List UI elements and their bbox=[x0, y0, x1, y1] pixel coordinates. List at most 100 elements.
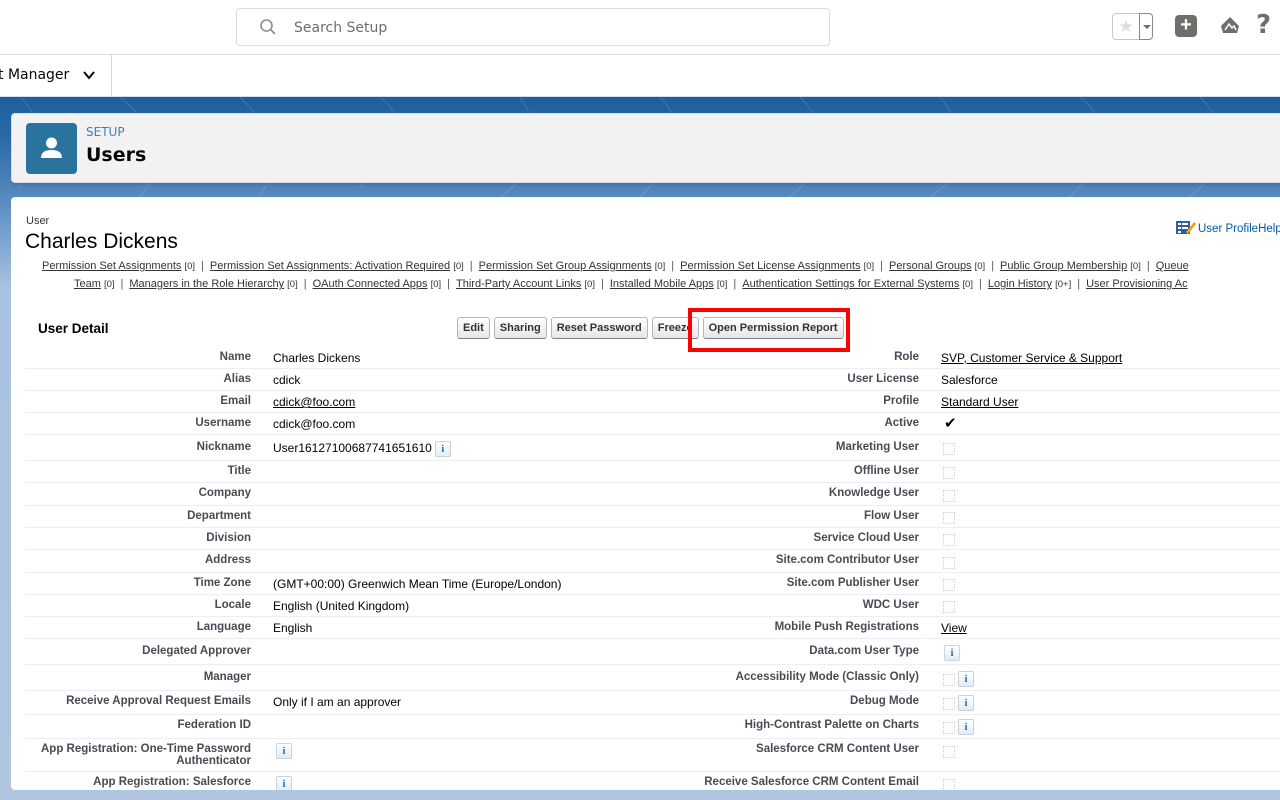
unchecked-checkbox-icon bbox=[943, 489, 955, 502]
reset-password-button[interactable]: Reset Password bbox=[550, 317, 648, 339]
related-link[interactable]: Public Group Membership bbox=[1000, 260, 1127, 272]
field-value-department bbox=[273, 505, 697, 528]
detail-row: Name Charles Dickens Role SVP, Customer Ser… bbox=[25, 347, 1280, 369]
field-label-high-contrast-palette-on-charts: High-Contrast Palette on Charts bbox=[697, 714, 941, 740]
unchecked-checkbox-icon bbox=[943, 467, 955, 480]
field-value-active: ✔ bbox=[941, 412, 1280, 435]
field-label-language: Language bbox=[25, 616, 273, 640]
related-link[interactable]: Installed Mobile Apps bbox=[610, 278, 714, 290]
field-value-accessibility-mode-classic-only: i bbox=[941, 664, 1280, 692]
unchecked-checkbox-icon bbox=[943, 556, 955, 569]
unchecked-checkbox-icon bbox=[943, 443, 955, 456]
related-link[interactable]: Authentication Settings for External Sys… bbox=[742, 278, 959, 290]
info-icon[interactable]: i bbox=[276, 776, 292, 790]
link-separator: | bbox=[600, 278, 604, 290]
detail-row: Address Site.com Contributor User bbox=[25, 549, 1280, 573]
info-icon[interactable]: i bbox=[276, 743, 292, 760]
field-value-knowledge-user bbox=[941, 482, 1280, 506]
related-link[interactable]: Login History bbox=[988, 278, 1052, 290]
field-text: Charles Dickens bbox=[273, 351, 361, 365]
field-text: English bbox=[273, 621, 313, 636]
chevron-down-icon[interactable] bbox=[82, 68, 96, 82]
sharing-button[interactable]: Sharing bbox=[493, 317, 547, 339]
related-link-count: [0] bbox=[962, 279, 973, 290]
related-link-count: [0+] bbox=[1055, 279, 1072, 290]
field-value-username: cdick@foo.com bbox=[273, 412, 697, 435]
info-icon[interactable]: i bbox=[434, 441, 451, 457]
detail-row: Division Service Cloud User bbox=[25, 527, 1280, 551]
help-page-icon bbox=[1176, 221, 1196, 234]
field-value-service-cloud-user bbox=[941, 527, 1280, 551]
info-icon[interactable]: i bbox=[944, 645, 960, 662]
email-link[interactable]: cdick@foo.com bbox=[273, 395, 355, 409]
related-link[interactable]: Queue bbox=[1156, 260, 1189, 272]
related-link-count: [0] bbox=[716, 279, 728, 290]
content-card: User Charles Dickens User ProfileHelp Pe… bbox=[11, 197, 1280, 790]
related-link-count: [0] bbox=[863, 261, 875, 272]
related-link[interactable]: Managers in the Role Hierarchy bbox=[129, 278, 284, 290]
page-title: Users bbox=[86, 144, 147, 166]
field-value-title bbox=[273, 460, 697, 484]
info-icon[interactable]: i bbox=[958, 695, 974, 712]
nav-tab-object-manager[interactable]: t Manager bbox=[0, 55, 112, 96]
link-separator: | bbox=[880, 260, 884, 272]
field-text: cdick@foo.com bbox=[273, 417, 356, 431]
mobile-push-registrations-link[interactable]: View bbox=[941, 621, 967, 635]
field-label-salesforce-crm-content-user: Salesforce CRM Content User bbox=[697, 738, 941, 773]
field-value-app-registration-salesforce: i bbox=[273, 771, 697, 790]
related-link[interactable]: Team bbox=[74, 278, 101, 290]
related-link[interactable]: Permission Set Assignments bbox=[42, 260, 181, 272]
unchecked-checkbox-icon bbox=[943, 778, 955, 790]
related-link-count: [0] bbox=[654, 261, 666, 272]
field-label-title: Title bbox=[25, 460, 273, 484]
detail-row: Language English Mobile Push Registrations… bbox=[25, 616, 1280, 640]
help-link[interactable]: User ProfileHelp bbox=[1176, 219, 1280, 235]
related-link[interactable]: Permission Set License Assignments bbox=[680, 260, 860, 272]
role-link[interactable]: SVP, Customer Service & Support bbox=[941, 351, 1122, 365]
profile-link[interactable]: Standard User bbox=[941, 395, 1018, 409]
field-value-marketing-user bbox=[941, 434, 1280, 461]
favorite-star-icon[interactable]: ★ bbox=[1113, 14, 1139, 39]
field-value-time-zone: (GMT+00:00) Greenwich Mean Time (Europe/… bbox=[273, 572, 697, 595]
related-link[interactable]: Permission Set Assignments: Activation R… bbox=[210, 260, 450, 272]
nav-tab-label: t Manager bbox=[0, 67, 70, 83]
field-label-mobile-push-registrations: Mobile Push Registrations bbox=[697, 616, 941, 640]
detail-row: Department Flow User bbox=[25, 505, 1280, 528]
field-value-email: cdick@foo.com bbox=[273, 390, 697, 413]
field-value-site-com-contributor-user bbox=[941, 549, 1280, 573]
info-icon[interactable]: i bbox=[958, 671, 974, 688]
detail-row: App Registration: One-Time Password Auth… bbox=[25, 738, 1280, 773]
related-link[interactable]: Permission Set Group Assignments bbox=[479, 260, 652, 272]
detail-row: Time Zone (GMT+00:00) Greenwich Mean Time… bbox=[25, 572, 1280, 595]
help-icon[interactable]: ? bbox=[1256, 10, 1271, 40]
trailhead-icon[interactable] bbox=[1219, 16, 1241, 36]
user-name-heading: Charles Dickens bbox=[25, 230, 178, 253]
field-value-user-license: Salesforce bbox=[941, 368, 1280, 391]
page-header: SETUP Users bbox=[11, 113, 1280, 183]
related-link[interactable]: User Provisioning Ac bbox=[1086, 278, 1188, 290]
related-link-count: [0] bbox=[974, 261, 986, 272]
field-value-alias: cdick bbox=[273, 368, 697, 391]
related-link-count: [0] bbox=[184, 261, 196, 272]
field-value-wdc-user bbox=[941, 594, 1280, 618]
related-link[interactable]: OAuth Connected Apps bbox=[313, 278, 428, 290]
user-detail-title: User Detail bbox=[38, 321, 109, 336]
info-icon[interactable]: i bbox=[958, 719, 974, 736]
breadcrumb-setup[interactable]: SETUP bbox=[86, 125, 125, 139]
detail-row: Email cdick@foo.com Profile Standard User bbox=[25, 390, 1280, 413]
field-label-nickname: Nickname bbox=[25, 434, 273, 461]
field-value-address bbox=[273, 549, 697, 573]
global-actions-add-icon[interactable]: + bbox=[1175, 15, 1197, 37]
highlight-annotation-box bbox=[688, 308, 850, 352]
related-link[interactable]: Personal Groups bbox=[889, 260, 972, 272]
related-link[interactable]: Third-Party Account Links bbox=[456, 278, 581, 290]
search-input[interactable] bbox=[294, 17, 814, 39]
link-separator: | bbox=[978, 278, 982, 290]
detail-row: App Registration: Salesforce i Receive Sal… bbox=[25, 771, 1280, 790]
edit-button[interactable]: Edit bbox=[457, 317, 490, 339]
field-label-username: Username bbox=[25, 412, 273, 435]
favorites-dropdown-button[interactable] bbox=[1139, 13, 1153, 40]
search-box[interactable] bbox=[236, 8, 830, 46]
help-link-label[interactable]: User ProfileHelp bbox=[1198, 223, 1280, 235]
field-label-name: Name bbox=[25, 347, 273, 369]
